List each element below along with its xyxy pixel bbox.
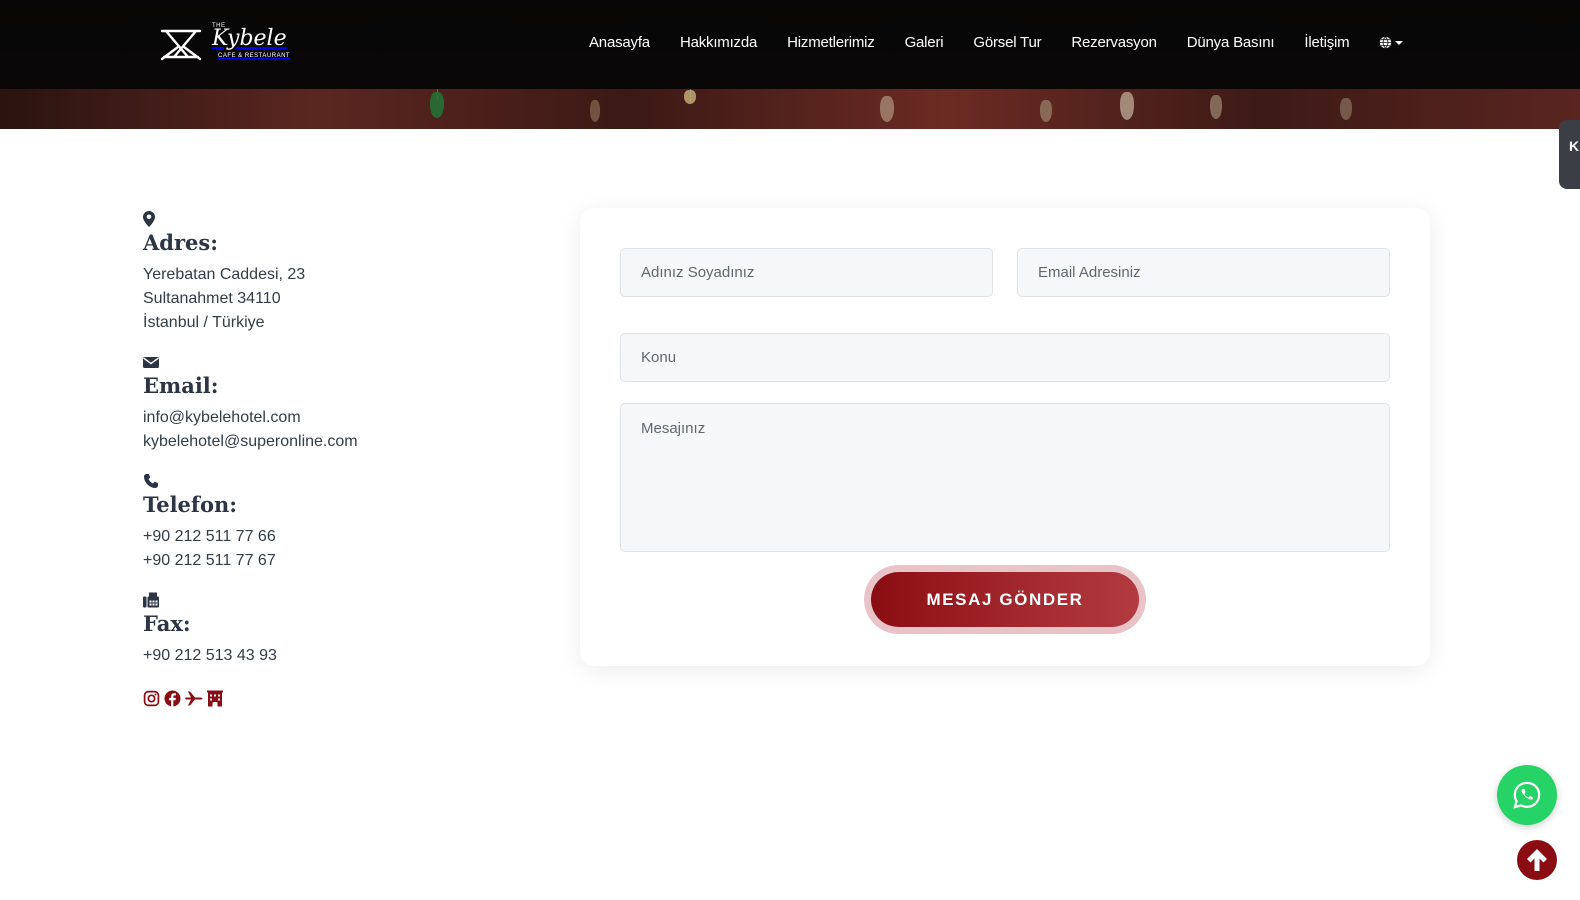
logo-emblem-icon — [160, 29, 202, 61]
address-line: İstanbul / Türkiye — [143, 314, 265, 331]
plane-icon[interactable] — [185, 690, 203, 712]
address-heading: Adres: — [143, 230, 218, 255]
logo-name: Kybele — [212, 26, 287, 51]
globe-icon — [1380, 36, 1392, 49]
phone-icon — [144, 474, 158, 488]
lamp-decoration — [1340, 98, 1352, 120]
nav-item-gorsel-tur[interactable]: Görsel Tur — [973, 34, 1041, 51]
nav-item-iletisim[interactable]: İletişim — [1304, 34, 1349, 51]
phone-link[interactable]: +90 212 511 77 67 — [143, 549, 523, 573]
language-switcher[interactable] — [1379, 36, 1404, 49]
email-link[interactable]: kybelehotel@superonline.com — [143, 430, 523, 454]
email-input[interactable] — [1017, 248, 1390, 297]
address-line: Yerebatan Caddesi, 23 — [143, 266, 306, 283]
address-block: Adres: Yerebatan Caddesi, 23 Sultanahmet… — [143, 210, 523, 335]
side-widget-label: K — [1569, 138, 1580, 154]
envelope-icon — [143, 357, 159, 368]
nav-item-anasayfa[interactable]: Anasayfa — [589, 34, 650, 51]
social-links — [143, 690, 523, 712]
email-link[interactable]: info@kybelehotel.com — [143, 406, 523, 430]
caret-down-icon — [1395, 40, 1404, 45]
main-nav: Anasayfa Hakkımızda Hizmetlerimiz Galeri… — [589, 34, 1404, 51]
map-marker-icon — [143, 211, 155, 227]
lamp-decoration — [1040, 100, 1052, 122]
side-widget-tab[interactable]: K — [1559, 120, 1580, 189]
nav-item-dunya-basini[interactable]: Dünya Basını — [1187, 34, 1275, 51]
email-heading: Email: — [143, 373, 219, 398]
contact-form: MESAJ GÖNDER — [580, 208, 1430, 666]
facebook-icon[interactable] — [164, 690, 181, 712]
arrow-up-icon — [1527, 849, 1547, 871]
fax-icon — [143, 592, 159, 608]
logo-wordmark: THE Kybele CAFE & RESTAURANT — [212, 23, 291, 59]
lamp-decoration — [590, 100, 600, 122]
back-to-top-button[interactable] — [1517, 840, 1557, 880]
subject-input[interactable] — [620, 333, 1390, 382]
nav-item-galeri[interactable]: Galeri — [905, 34, 944, 51]
send-message-button[interactable]: MESAJ GÖNDER — [871, 572, 1139, 627]
fax-heading: Fax: — [143, 611, 191, 636]
logo-the: THE — [212, 23, 226, 29]
contact-info: Adres: Yerebatan Caddesi, 23 Sultanahmet… — [143, 210, 523, 712]
fax-number: +90 212 513 43 93 — [143, 647, 277, 664]
lamp-decoration — [1210, 95, 1222, 119]
lamp-decoration — [684, 90, 696, 104]
name-input[interactable] — [620, 248, 993, 297]
phone-block: Telefon: +90 212 511 77 66 +90 212 511 7… — [143, 472, 523, 573]
submit-button-ring: MESAJ GÖNDER — [864, 565, 1146, 634]
nav-item-hizmetlerimiz[interactable]: Hizmetlerimiz — [787, 34, 875, 51]
top-navbar: THE Kybele CAFE & RESTAURANT Anasayfa Ha… — [0, 0, 1580, 89]
nav-item-hakkimizda[interactable]: Hakkımızda — [680, 34, 757, 51]
lamp-decoration — [430, 92, 444, 118]
nav-item-rezervasyon[interactable]: Rezervasyon — [1071, 34, 1157, 51]
lamp-decoration — [880, 96, 894, 122]
phone-link[interactable]: +90 212 511 77 66 — [143, 525, 523, 549]
address-line: Sultanahmet 34110 — [143, 290, 281, 307]
logo-subtitle: CAFE & RESTAURANT — [218, 53, 291, 59]
instagram-icon[interactable] — [143, 690, 160, 712]
whatsapp-icon — [1513, 781, 1541, 809]
hotel-icon[interactable] — [207, 690, 223, 712]
whatsapp-button[interactable] — [1497, 765, 1557, 825]
fax-block: Fax: +90 212 513 43 93 — [143, 591, 523, 668]
phone-heading: Telefon: — [143, 492, 237, 517]
site-logo[interactable]: THE Kybele CAFE & RESTAURANT — [158, 22, 293, 64]
email-block: Email: info@kybelehotel.com kybelehotel@… — [143, 353, 523, 454]
message-textarea[interactable] — [620, 403, 1390, 552]
lamp-decoration — [1120, 92, 1134, 120]
